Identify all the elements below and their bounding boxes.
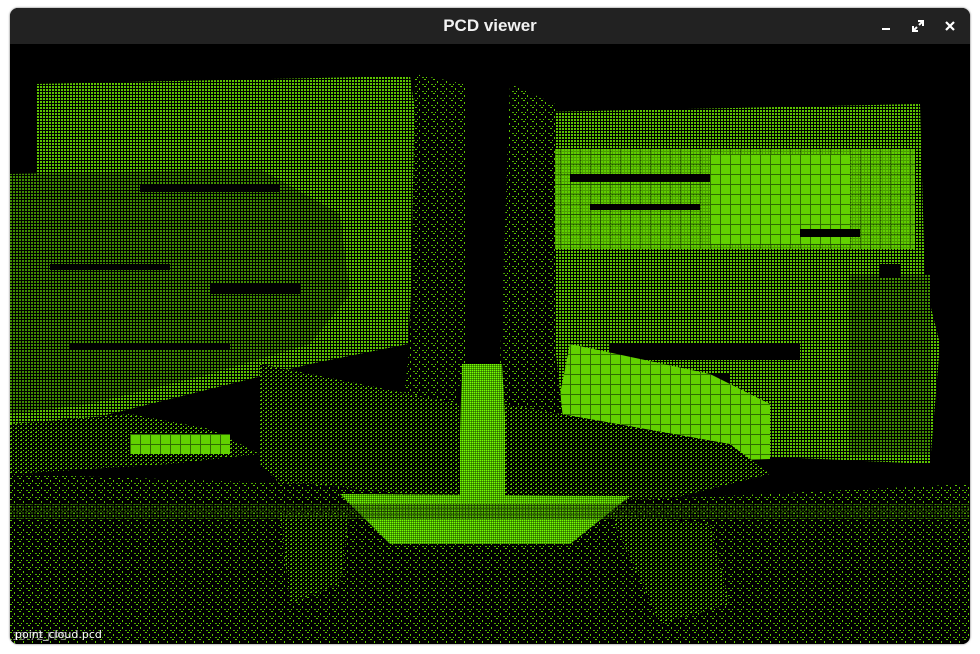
title-bar[interactable]: PCD viewer — [10, 8, 970, 44]
app-window: PCD viewer 10.72 FPS point_cloud.pcd — [10, 8, 970, 644]
close-icon — [945, 21, 955, 31]
window-title: PCD viewer — [443, 16, 537, 35]
right-building-points — [544, 104, 940, 464]
point-cloud-viewport[interactable]: 10.72 FPS point_cloud.pcd — [10, 44, 970, 644]
minimize-icon — [882, 28, 890, 30]
point-cloud-canvas[interactable] — [10, 44, 970, 644]
ground-points — [10, 474, 970, 644]
filename-label: point_cloud.pcd — [15, 628, 102, 641]
maximize-button[interactable] — [906, 14, 930, 38]
status-overlay: 10.72 FPS point_cloud.pcd — [12, 628, 102, 643]
minimize-button[interactable] — [874, 14, 898, 38]
window-controls — [874, 14, 962, 38]
maximize-icon — [912, 20, 924, 32]
close-button[interactable] — [938, 14, 962, 38]
